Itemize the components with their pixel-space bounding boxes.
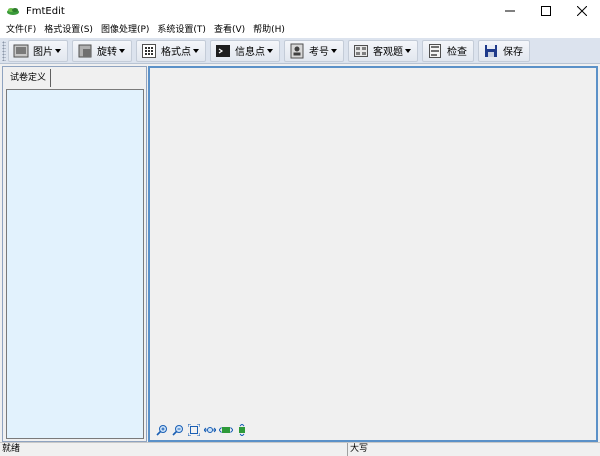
- actual-size-button[interactable]: [218, 423, 234, 437]
- chevron-down-icon: [119, 48, 125, 53]
- menu-help[interactable]: 帮助(H): [249, 22, 289, 38]
- chevron-down-icon: [405, 48, 411, 53]
- toolbar-grip[interactable]: [2, 40, 6, 61]
- zoom-out-icon: [172, 425, 183, 436]
- menu-format-settings[interactable]: 格式设置(S): [40, 22, 97, 38]
- fit-height-button[interactable]: [234, 423, 250, 437]
- fit-height-icon: [239, 424, 245, 436]
- chevron-down-icon: [55, 48, 61, 53]
- title-bar: FmtEdit: [0, 0, 600, 22]
- zoom-in-icon: [156, 425, 167, 436]
- floppy-disk-icon: [483, 43, 499, 59]
- tab-paper-definition[interactable]: 试卷定义: [6, 69, 52, 87]
- status-caps-lock: 大写: [350, 444, 369, 454]
- menu-file[interactable]: 文件(F): [2, 22, 40, 38]
- info-points-label: 信息点: [235, 47, 265, 58]
- chevron-down-icon: [267, 48, 273, 53]
- close-icon: [577, 6, 587, 16]
- rotate-label: 旋转: [97, 47, 117, 58]
- format-points-button[interactable]: 格式点: [136, 39, 206, 62]
- menu-bar: 文件(F) 格式设置(S) 图像处理(P) 系统设置(T) 查看(V) 帮助(H…: [0, 22, 600, 38]
- status-ready: 就绪: [0, 443, 348, 456]
- check-button[interactable]: 检查: [422, 39, 474, 62]
- fit-window-icon: [188, 424, 200, 436]
- picture-icon: [13, 43, 29, 59]
- minimize-button[interactable]: [492, 0, 528, 22]
- document-check-icon: [427, 43, 443, 59]
- paper-definition-tree[interactable]: [6, 89, 144, 439]
- exam-number-button[interactable]: 考号: [284, 39, 344, 62]
- id-card-icon: [289, 43, 305, 59]
- exam-number-label: 考号: [309, 47, 329, 58]
- grid-icon: [141, 43, 157, 59]
- zoom-out-button[interactable]: [170, 423, 186, 437]
- actual-size-icon: [219, 427, 233, 433]
- objective-label: 客观题: [373, 47, 403, 58]
- close-button[interactable]: [564, 0, 600, 22]
- left-panel: 试卷定义: [2, 66, 147, 442]
- save-label: 保存: [503, 47, 523, 58]
- toolbar: 图片 旋转 格式点 信息点 考号 客观题 检查 保存: [0, 38, 600, 64]
- menu-view[interactable]: 查看(V): [210, 22, 249, 38]
- window-title: FmtEdit: [26, 5, 65, 17]
- picture-label: 图片: [33, 47, 53, 58]
- fit-width-icon: [204, 427, 216, 433]
- fit-width-button[interactable]: [202, 423, 218, 437]
- terminal-icon: [215, 43, 231, 59]
- menu-system-settings[interactable]: 系统设置(T): [153, 22, 210, 38]
- info-points-button[interactable]: 信息点: [210, 39, 280, 62]
- minimize-icon: [505, 10, 515, 12]
- answer-sheet-icon: [353, 43, 369, 59]
- app-logo-icon: [7, 8, 19, 15]
- maximize-button[interactable]: [528, 0, 564, 22]
- status-bar: 就绪 大写: [0, 442, 600, 456]
- rotate-icon: [77, 43, 93, 59]
- rotate-button[interactable]: 旋转: [72, 39, 132, 62]
- format-points-label: 格式点: [161, 47, 191, 58]
- check-label: 检查: [447, 47, 467, 58]
- save-button[interactable]: 保存: [478, 39, 530, 62]
- menu-image-processing[interactable]: 图像处理(P): [97, 22, 153, 38]
- zoom-in-button[interactable]: [154, 423, 170, 437]
- objective-button[interactable]: 客观题: [348, 39, 418, 62]
- chevron-down-icon: [331, 48, 337, 53]
- zoom-toolbar: [154, 423, 250, 437]
- maximize-icon: [541, 6, 551, 16]
- fit-window-button[interactable]: [186, 423, 202, 437]
- window-controls: [492, 0, 600, 22]
- picture-button[interactable]: 图片: [8, 39, 68, 62]
- image-canvas[interactable]: [148, 66, 598, 442]
- chevron-down-icon: [193, 48, 199, 53]
